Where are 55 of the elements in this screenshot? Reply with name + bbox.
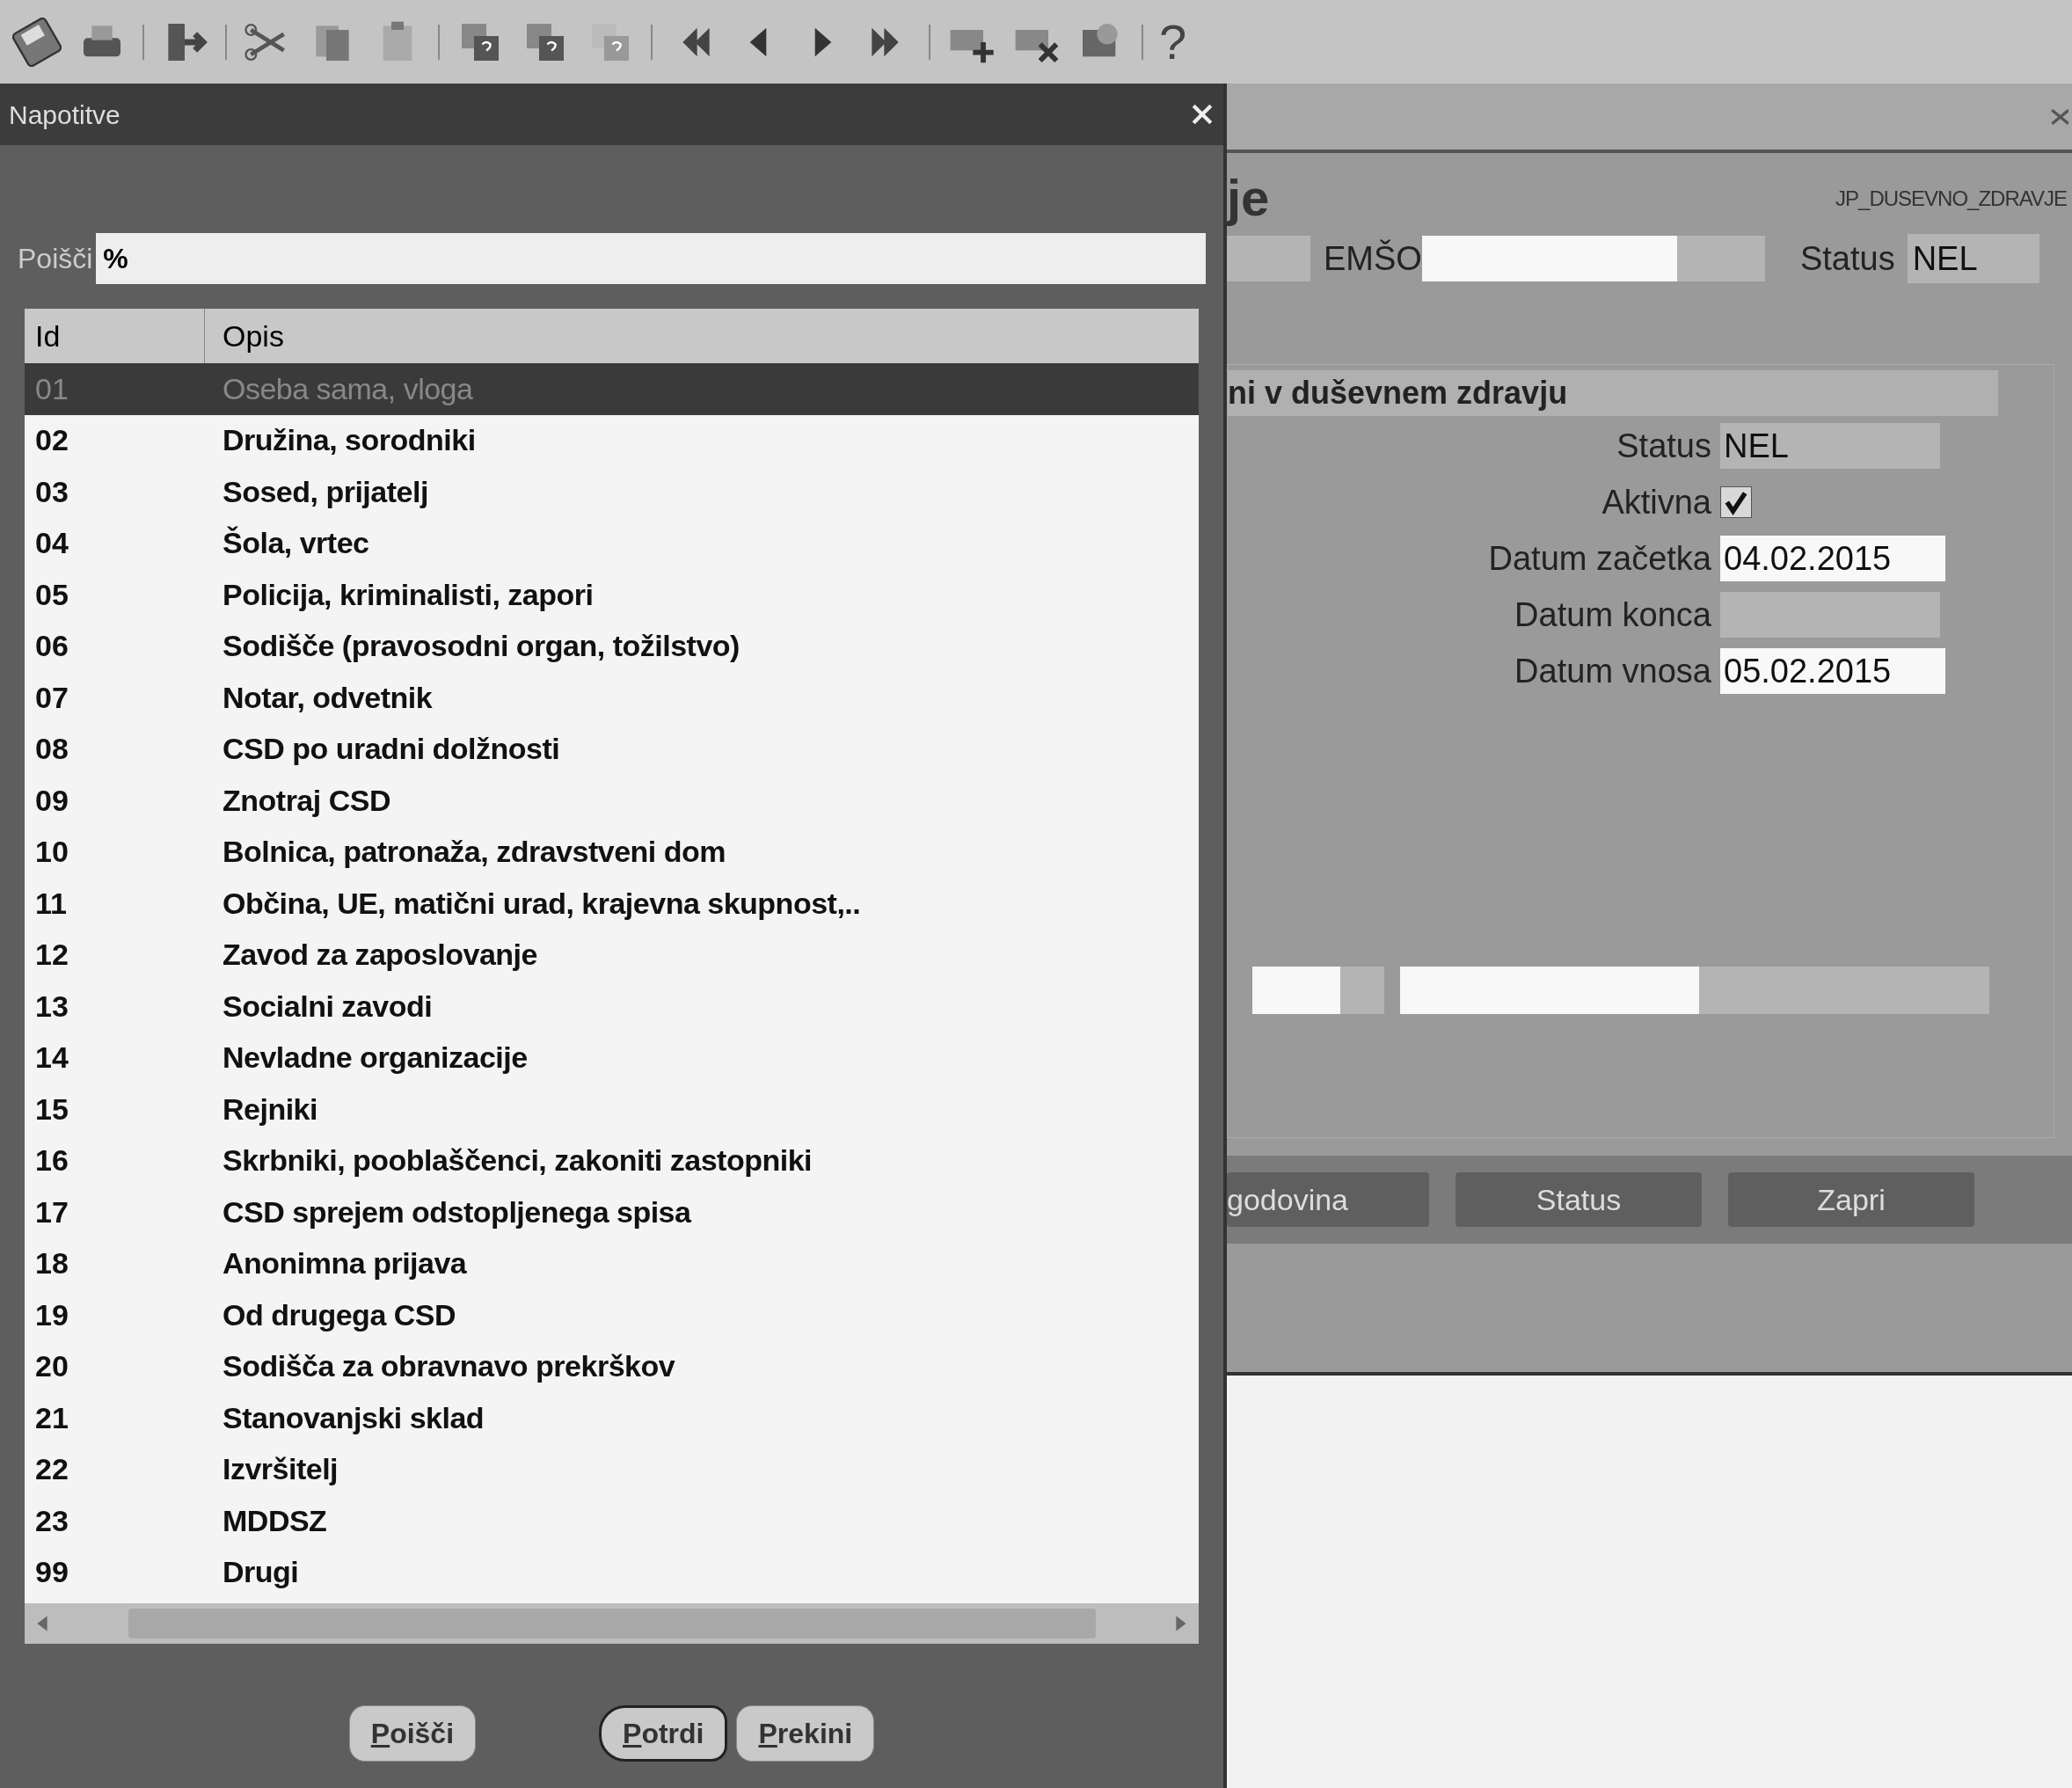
section-title: ni v duševnem zdravju <box>1228 370 1998 416</box>
table-row[interactable]: 13 Socialni zavodi <box>25 981 1199 1033</box>
field-label: Datum konca <box>1514 595 1711 635</box>
dialog-button[interactable]: Poišči <box>348 1705 477 1762</box>
table-row[interactable]: 16 Skrbniki, pooblaščenci, zakoniti zastopniki <box>25 1135 1199 1186</box>
table-row[interactable]: 02 Družina, sorodniki <box>25 414 1199 466</box>
field-label: Status <box>1616 426 1711 466</box>
search-label: Poišči <box>18 242 93 276</box>
table-row[interactable]: 09 Znotraj CSD <box>25 775 1199 827</box>
text-field[interactable] <box>1720 592 1940 638</box>
column-header[interactable]: Opis <box>205 309 1199 363</box>
form-button[interactable]: Status <box>1456 1172 1702 1227</box>
table-row[interactable]: 12 Zavod za zaposlovanje <box>25 929 1199 981</box>
table-row[interactable]: 05 Policija, kriminalisti, zapori <box>25 569 1199 621</box>
table-row[interactable]: 04 Šola, vrtec <box>25 517 1199 569</box>
table-row[interactable]: 15 Rejniki <box>25 1084 1199 1135</box>
search-field[interactable]: % <box>96 233 1206 284</box>
text-field[interactable]: NEL <box>1720 423 1940 469</box>
table-row[interactable]: 21 Stanovanjski sklad <box>25 1392 1199 1444</box>
field-label: Datum začetka <box>1487 538 1711 579</box>
table-row[interactable]: 19 Od drugega CSD <box>25 1289 1199 1341</box>
table-row[interactable]: 06 Sodišče (pravosodni organ, tožilstvo) <box>25 620 1199 672</box>
table-row[interactable]: 10 Bolnica, patronaža, zdravstveni dom <box>25 826 1199 878</box>
field-label: Datum vnosa <box>1514 651 1711 691</box>
status-field: NEL <box>1907 234 2039 283</box>
dialog-button[interactable]: Prekini <box>736 1705 875 1762</box>
horizontal-scrollbar[interactable] <box>25 1603 1199 1644</box>
field-label: Aktivna <box>1601 482 1711 522</box>
emso-field[interactable] <box>1421 236 1765 281</box>
table-row[interactable]: 23 MDDSZ <box>25 1495 1199 1547</box>
text-field[interactable] <box>1252 967 1384 1014</box>
text-field[interactable]: 04.02.2015 <box>1720 536 1945 581</box>
help-button[interactable]: ? <box>1159 17 1187 67</box>
field-label: EMŠO <box>1324 238 1422 279</box>
table-row[interactable]: 03 Sosed, prijatelj <box>25 466 1199 518</box>
text-field[interactable] <box>1227 236 1310 281</box>
table-row[interactable]: 18 Anonimna prijava <box>25 1237 1199 1289</box>
checkbox[interactable] <box>1720 486 1752 518</box>
table-row[interactable]: 22 Izvršitelj <box>25 1443 1199 1495</box>
table-row[interactable]: 14 Nevladne organizacije <box>25 1032 1199 1084</box>
text-field[interactable] <box>1400 967 1989 1014</box>
table-row[interactable]: 20 Sodišča za obravnavo prekrškov <box>25 1340 1199 1392</box>
text-field[interactable]: 05.02.2015 <box>1720 648 1945 694</box>
close-icon[interactable] <box>1190 102 1215 127</box>
dialog-title: Napotitve <box>9 99 120 131</box>
table-row[interactable]: 08 CSD po uradni dolžnosti <box>25 723 1199 775</box>
table-row[interactable]: 99 Drugi <box>25 1546 1199 1598</box>
form-button[interactable]: godovina <box>1227 1172 1429 1227</box>
table-row[interactable]: 17 CSD sprejem odstopljenega spisa <box>25 1186 1199 1238</box>
table-row[interactable]: 11 Občina, UE, matični urad, krajevna skupnost,.. <box>25 878 1199 930</box>
dialog-button[interactable]: Potrdi <box>599 1705 728 1762</box>
table-row[interactable]: 07 Notar, odvetnik <box>25 672 1199 724</box>
form-button[interactable]: Zapri <box>1728 1172 1974 1227</box>
form-name: JP_DUSEVNO_ZDRAVJE <box>1835 186 2067 212</box>
field-label: Status <box>1799 238 1895 279</box>
